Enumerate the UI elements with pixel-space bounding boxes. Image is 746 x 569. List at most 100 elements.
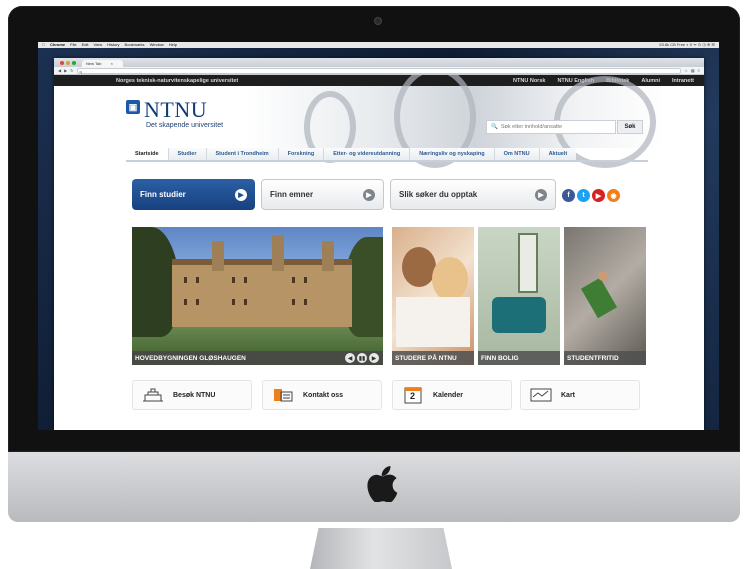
browser-tabstrip: New Tab × xyxy=(54,58,704,67)
imac-monitor:  Chrome File Edit View History Bookmark… xyxy=(8,6,740,569)
hero-caption: HOVEDBYGNINGEN GLØSHAUGEN xyxy=(135,354,246,362)
tab-studier[interactable]: Studier xyxy=(168,148,207,160)
link-intranett[interactable]: Intranett xyxy=(672,78,694,84)
climber-photo xyxy=(580,277,618,319)
finn-studier-label: Finn studier xyxy=(140,190,186,199)
bolig-photo xyxy=(518,233,538,293)
tab-om-ntnu[interactable]: Om NTNU xyxy=(494,148,540,160)
browser-tab[interactable]: New Tab × xyxy=(82,60,123,67)
address-bar-text: q xyxy=(79,68,82,74)
ntnu-logo-mark-icon: ▣ xyxy=(126,100,140,114)
close-tab-icon[interactable]: × xyxy=(111,61,113,66)
menubar-item-edit[interactable]: Edit xyxy=(82,42,89,48)
menubar-item-chrome[interactable]: Chrome xyxy=(50,42,65,48)
menubar-item-window[interactable]: Window xyxy=(150,42,164,48)
arrow-right-icon: ▶ xyxy=(535,188,547,201)
menubar-status: 53.8k CB Free ◐ 0 ᯤ ⊙ ◷ ⊕ ☰ xyxy=(659,42,715,47)
rss-icon[interactable]: ◉ xyxy=(607,189,620,202)
back-icon[interactable]: ◀ xyxy=(58,68,61,73)
search-icon: 🔍 xyxy=(491,124,498,130)
tab-forskning[interactable]: Forskning xyxy=(278,148,325,160)
student-photo xyxy=(396,297,470,347)
tab-student-i-trondheim[interactable]: Student i Trondheim xyxy=(206,148,279,160)
calendar-icon-day: 2 xyxy=(410,391,416,401)
tile-studere-pa-ntnu[interactable]: STUDERE PÅ NTNU xyxy=(392,227,474,365)
map-icon xyxy=(529,387,553,403)
slideshow-controls: ◀ ▮▮ ▶ xyxy=(345,353,379,363)
zoom-window-icon[interactable] xyxy=(72,60,76,65)
previous-slide-icon[interactable]: ◀ xyxy=(345,353,355,363)
header-banner-art xyxy=(244,75,664,168)
quick-link-kontakt-oss[interactable]: Kontakt oss xyxy=(262,380,382,410)
slik-soker-du-opptak-label: Slik søker du opptak xyxy=(399,190,478,199)
next-slide-icon[interactable]: ▶ xyxy=(369,353,379,363)
tile-caption: STUDENTFRITID xyxy=(564,351,646,365)
arrow-right-icon: ▶ xyxy=(363,188,375,201)
screen:  Chrome File Edit View History Bookmark… xyxy=(38,42,719,430)
bolig-photo xyxy=(492,297,546,333)
twitter-icon[interactable]: t xyxy=(577,189,590,202)
menubar-item-view[interactable]: View xyxy=(93,42,102,48)
hero-image-main-building xyxy=(172,235,352,327)
ntnu-page: Norges teknisk-naturvitenskapelige unive… xyxy=(54,75,704,430)
quick-link-kart[interactable]: Kart xyxy=(520,380,640,410)
cta-row: Finn studier ▶ Finn emner ▶ Slik søker d… xyxy=(132,179,556,210)
address-bar[interactable]: q xyxy=(76,67,682,74)
browser-window: New Tab × ◀ ▶ ↻ q ☆ ▦ ≡ Norges teknisk-n… xyxy=(54,58,704,430)
tab-aktuelt[interactable]: Aktuelt xyxy=(539,148,577,160)
ntnu-logo[interactable]: ▣ NTNU xyxy=(126,99,207,121)
window-controls xyxy=(60,58,76,67)
quick-link-kalender[interactable]: 2 Kalender xyxy=(392,380,512,410)
menubar-item-file[interactable]: File xyxy=(70,42,76,48)
apple-menu-icon[interactable]:  xyxy=(42,42,45,48)
university-name: Norges teknisk-naturvitenskapelige unive… xyxy=(116,77,239,84)
browser-tab-title: New Tab xyxy=(86,61,102,66)
extensions-icon[interactable]: ▦ xyxy=(691,68,695,73)
quick-link-label: Kalender xyxy=(433,391,463,399)
search-placeholder: Søk etter innhold/ansatte xyxy=(500,124,563,130)
student-photo xyxy=(432,257,468,301)
pause-slide-icon[interactable]: ▮▮ xyxy=(357,353,367,363)
hero-slideshow[interactable]: HOVEDBYGNINGEN GLØSHAUGEN ◀ ▮▮ ▶ xyxy=(132,227,383,365)
contact-card-icon xyxy=(271,387,295,403)
macos-menubar:  Chrome File Edit View History Bookmark… xyxy=(38,42,719,48)
reload-icon[interactable]: ↻ xyxy=(70,68,73,73)
link-ntnu-norsk[interactable]: NTNU Norsk xyxy=(513,78,545,84)
tab-startside[interactable]: Startside xyxy=(126,148,169,160)
menubar-item-help[interactable]: Help xyxy=(169,42,177,48)
minimize-window-icon[interactable] xyxy=(66,60,70,65)
search-button[interactable]: Søk xyxy=(617,120,643,134)
quick-link-label: Kart xyxy=(561,391,576,399)
tile-finn-bolig[interactable]: FINN BOLIG xyxy=(478,227,560,365)
youtube-icon[interactable]: ▶ xyxy=(592,189,605,202)
facebook-icon[interactable]: f xyxy=(562,189,575,202)
close-window-icon[interactable] xyxy=(60,60,64,65)
tile-caption: FINN BOLIG xyxy=(478,351,560,365)
site-header: ▣ NTNU Det skapende universitet 🔍 Søk et… xyxy=(54,75,704,168)
finn-emner-label: Finn emner xyxy=(270,190,314,199)
building-icon xyxy=(141,387,165,403)
finn-studier-button[interactable]: Finn studier ▶ xyxy=(132,179,255,210)
forward-icon[interactable]: ▶ xyxy=(64,68,67,73)
tile-studentfritid[interactable]: STUDENTFRITID xyxy=(564,227,646,365)
quick-link-besok-ntnu[interactable]: Besøk NTNU xyxy=(132,380,252,410)
bookmark-star-icon[interactable]: ☆ xyxy=(684,68,688,73)
apple-logo-icon xyxy=(366,466,398,503)
tab-naeringsliv-og-nyskaping[interactable]: Næringsliv og nyskaping xyxy=(410,148,495,160)
menubar-item-bookmarks[interactable]: Bookmarks xyxy=(125,42,145,48)
student-photo xyxy=(402,247,436,287)
quick-link-label: Kontakt oss xyxy=(303,391,344,399)
quick-link-label: Besøk NTNU xyxy=(173,391,216,399)
social-links: f t ▶ ◉ xyxy=(562,189,620,202)
link-alumni[interactable]: Alumni xyxy=(641,78,660,84)
slik-soker-du-opptak-button[interactable]: Slik søker du opptak ▶ xyxy=(390,179,556,210)
finn-emner-button[interactable]: Finn emner ▶ xyxy=(261,179,384,210)
ntnu-tagline: Det skapende universitet xyxy=(146,122,224,129)
camera-icon xyxy=(374,17,382,25)
tab-etter-og-videreutdanning[interactable]: Etter- og videreutdanning xyxy=(324,148,411,160)
tile-caption: STUDERE PÅ NTNU xyxy=(392,351,474,365)
calendar-icon: 2 xyxy=(401,387,425,404)
chrome-menu-icon[interactable]: ≡ xyxy=(698,68,700,73)
menubar-item-history[interactable]: History xyxy=(107,42,119,48)
search-input[interactable]: 🔍 Søk etter innhold/ansatte xyxy=(486,120,616,134)
